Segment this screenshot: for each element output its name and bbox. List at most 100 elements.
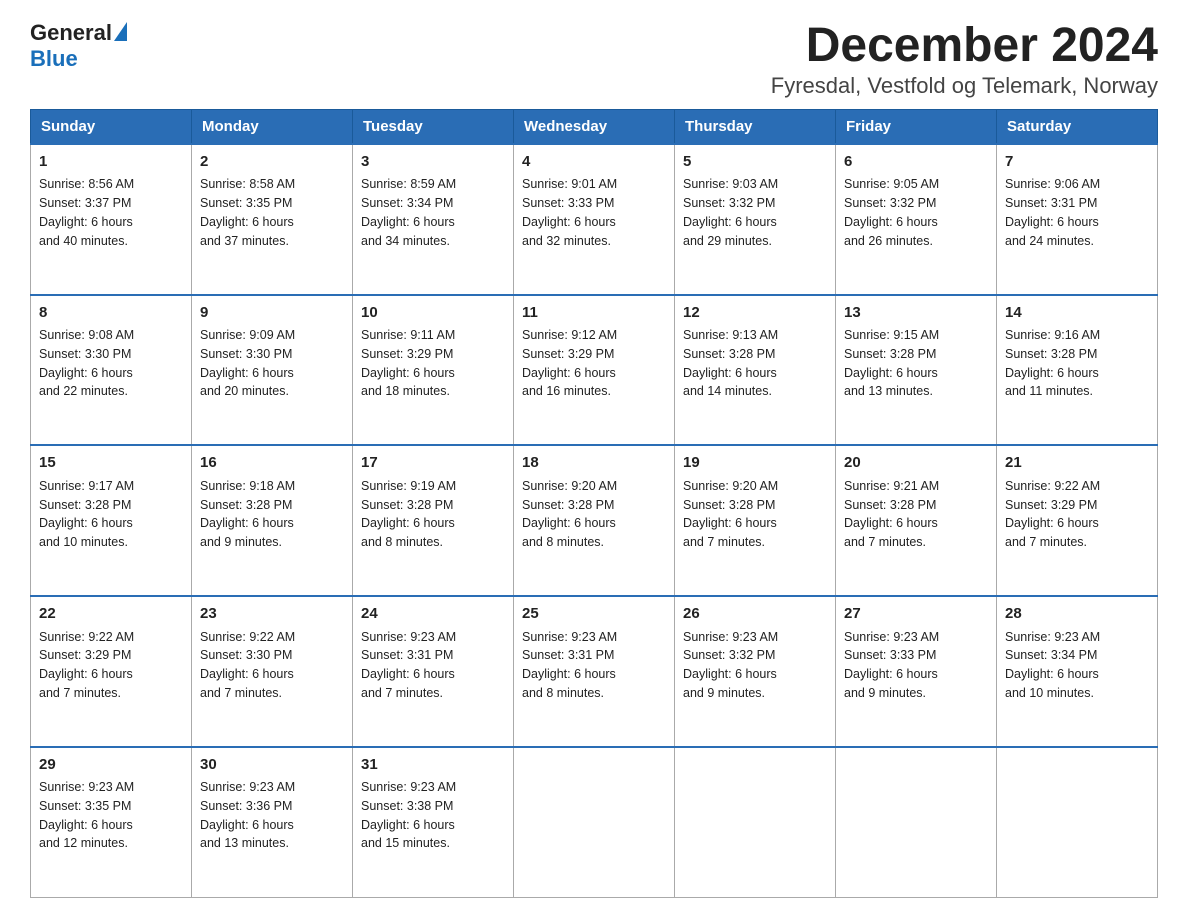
daylight-text: Daylight: 6 hours (683, 516, 777, 530)
sunrise-text: Sunrise: 9:06 AM (1005, 177, 1100, 191)
calendar-cell: 19 Sunrise: 9:20 AM Sunset: 3:28 PM Dayl… (675, 445, 836, 596)
logo-blue-text: Blue (30, 46, 78, 72)
sunset-text: Sunset: 3:28 PM (39, 498, 131, 512)
sunrise-text: Sunrise: 9:15 AM (844, 328, 939, 342)
daylight-minutes-text: and 24 minutes. (1005, 234, 1094, 248)
calendar-week-row: 29 Sunrise: 9:23 AM Sunset: 3:35 PM Dayl… (31, 747, 1158, 898)
calendar-cell: 22 Sunrise: 9:22 AM Sunset: 3:29 PM Dayl… (31, 596, 192, 747)
calendar-cell: 27 Sunrise: 9:23 AM Sunset: 3:33 PM Dayl… (836, 596, 997, 747)
daylight-minutes-text: and 7 minutes. (683, 535, 765, 549)
daylight-text: Daylight: 6 hours (683, 366, 777, 380)
calendar-cell: 20 Sunrise: 9:21 AM Sunset: 3:28 PM Dayl… (836, 445, 997, 596)
daylight-minutes-text: and 40 minutes. (39, 234, 128, 248)
day-number: 24 (361, 603, 505, 626)
sunrise-text: Sunrise: 9:23 AM (361, 630, 456, 644)
calendar-cell: 26 Sunrise: 9:23 AM Sunset: 3:32 PM Dayl… (675, 596, 836, 747)
daylight-minutes-text: and 7 minutes. (361, 686, 443, 700)
daylight-minutes-text: and 10 minutes. (39, 535, 128, 549)
calendar-cell: 14 Sunrise: 9:16 AM Sunset: 3:28 PM Dayl… (997, 295, 1158, 446)
daylight-text: Daylight: 6 hours (844, 366, 938, 380)
sunrise-text: Sunrise: 9:23 AM (844, 630, 939, 644)
day-number: 30 (200, 754, 344, 777)
sunrise-text: Sunrise: 9:18 AM (200, 479, 295, 493)
title-block: December 2024 Fyresdal, Vestfold og Tele… (771, 20, 1158, 99)
day-number: 22 (39, 603, 183, 626)
calendar-cell: 31 Sunrise: 9:23 AM Sunset: 3:38 PM Dayl… (353, 747, 514, 898)
daylight-minutes-text: and 34 minutes. (361, 234, 450, 248)
day-number: 27 (844, 603, 988, 626)
sunset-text: Sunset: 3:28 PM (683, 347, 775, 361)
sunset-text: Sunset: 3:30 PM (39, 347, 131, 361)
sunrise-text: Sunrise: 9:11 AM (361, 328, 455, 342)
sunset-text: Sunset: 3:29 PM (39, 648, 131, 662)
header: General Blue December 2024 Fyresdal, Ves… (30, 20, 1158, 99)
sunrise-text: Sunrise: 9:17 AM (39, 479, 134, 493)
sunset-text: Sunset: 3:31 PM (522, 648, 614, 662)
calendar-cell: 4 Sunrise: 9:01 AM Sunset: 3:33 PM Dayli… (514, 144, 675, 295)
calendar-header-row: Sunday Monday Tuesday Wednesday Thursday… (31, 109, 1158, 144)
daylight-text: Daylight: 6 hours (200, 818, 294, 832)
daylight-text: Daylight: 6 hours (522, 215, 616, 229)
sunset-text: Sunset: 3:33 PM (522, 196, 614, 210)
day-number: 18 (522, 452, 666, 475)
sunrise-text: Sunrise: 9:23 AM (361, 780, 456, 794)
daylight-minutes-text: and 9 minutes. (200, 535, 282, 549)
calendar-cell: 21 Sunrise: 9:22 AM Sunset: 3:29 PM Dayl… (997, 445, 1158, 596)
col-monday: Monday (192, 109, 353, 144)
sunrise-text: Sunrise: 9:09 AM (200, 328, 295, 342)
daylight-minutes-text: and 8 minutes. (522, 686, 604, 700)
sunrise-text: Sunrise: 9:03 AM (683, 177, 778, 191)
sunset-text: Sunset: 3:28 PM (200, 498, 292, 512)
calendar-cell (997, 747, 1158, 898)
day-number: 7 (1005, 151, 1149, 174)
daylight-minutes-text: and 7 minutes. (200, 686, 282, 700)
daylight-text: Daylight: 6 hours (522, 366, 616, 380)
calendar-cell: 3 Sunrise: 8:59 AM Sunset: 3:34 PM Dayli… (353, 144, 514, 295)
day-number: 10 (361, 302, 505, 325)
daylight-minutes-text: and 11 minutes. (1005, 384, 1093, 398)
day-number: 3 (361, 151, 505, 174)
sunset-text: Sunset: 3:29 PM (1005, 498, 1097, 512)
calendar-cell: 8 Sunrise: 9:08 AM Sunset: 3:30 PM Dayli… (31, 295, 192, 446)
daylight-text: Daylight: 6 hours (200, 366, 294, 380)
day-number: 12 (683, 302, 827, 325)
logo-triangle-icon (114, 22, 127, 41)
sunset-text: Sunset: 3:29 PM (522, 347, 614, 361)
day-number: 1 (39, 151, 183, 174)
sunrise-text: Sunrise: 9:22 AM (39, 630, 134, 644)
daylight-minutes-text: and 26 minutes. (844, 234, 933, 248)
calendar-cell: 23 Sunrise: 9:22 AM Sunset: 3:30 PM Dayl… (192, 596, 353, 747)
calendar-cell: 17 Sunrise: 9:19 AM Sunset: 3:28 PM Dayl… (353, 445, 514, 596)
sunrise-text: Sunrise: 9:23 AM (522, 630, 617, 644)
daylight-minutes-text: and 18 minutes. (361, 384, 450, 398)
daylight-text: Daylight: 6 hours (39, 818, 133, 832)
sunset-text: Sunset: 3:28 PM (522, 498, 614, 512)
daylight-minutes-text: and 20 minutes. (200, 384, 289, 398)
day-number: 11 (522, 302, 666, 325)
calendar-cell: 1 Sunrise: 8:56 AM Sunset: 3:37 PM Dayli… (31, 144, 192, 295)
sunset-text: Sunset: 3:31 PM (361, 648, 453, 662)
sunset-text: Sunset: 3:34 PM (361, 196, 453, 210)
calendar-cell: 25 Sunrise: 9:23 AM Sunset: 3:31 PM Dayl… (514, 596, 675, 747)
daylight-minutes-text: and 13 minutes. (200, 836, 289, 850)
col-sunday: Sunday (31, 109, 192, 144)
calendar-cell: 24 Sunrise: 9:23 AM Sunset: 3:31 PM Dayl… (353, 596, 514, 747)
day-number: 8 (39, 302, 183, 325)
daylight-text: Daylight: 6 hours (39, 516, 133, 530)
daylight-minutes-text: and 13 minutes. (844, 384, 933, 398)
calendar-cell: 16 Sunrise: 9:18 AM Sunset: 3:28 PM Dayl… (192, 445, 353, 596)
daylight-minutes-text: and 7 minutes. (1005, 535, 1087, 549)
daylight-text: Daylight: 6 hours (39, 667, 133, 681)
logo: General Blue (30, 20, 127, 72)
daylight-text: Daylight: 6 hours (361, 366, 455, 380)
sunset-text: Sunset: 3:31 PM (1005, 196, 1097, 210)
daylight-minutes-text: and 32 minutes. (522, 234, 611, 248)
sunset-text: Sunset: 3:35 PM (39, 799, 131, 813)
calendar-cell: 12 Sunrise: 9:13 AM Sunset: 3:28 PM Dayl… (675, 295, 836, 446)
daylight-minutes-text: and 22 minutes. (39, 384, 128, 398)
sunset-text: Sunset: 3:34 PM (1005, 648, 1097, 662)
sunrise-text: Sunrise: 9:20 AM (522, 479, 617, 493)
sunset-text: Sunset: 3:29 PM (361, 347, 453, 361)
day-number: 6 (844, 151, 988, 174)
sunset-text: Sunset: 3:33 PM (844, 648, 936, 662)
